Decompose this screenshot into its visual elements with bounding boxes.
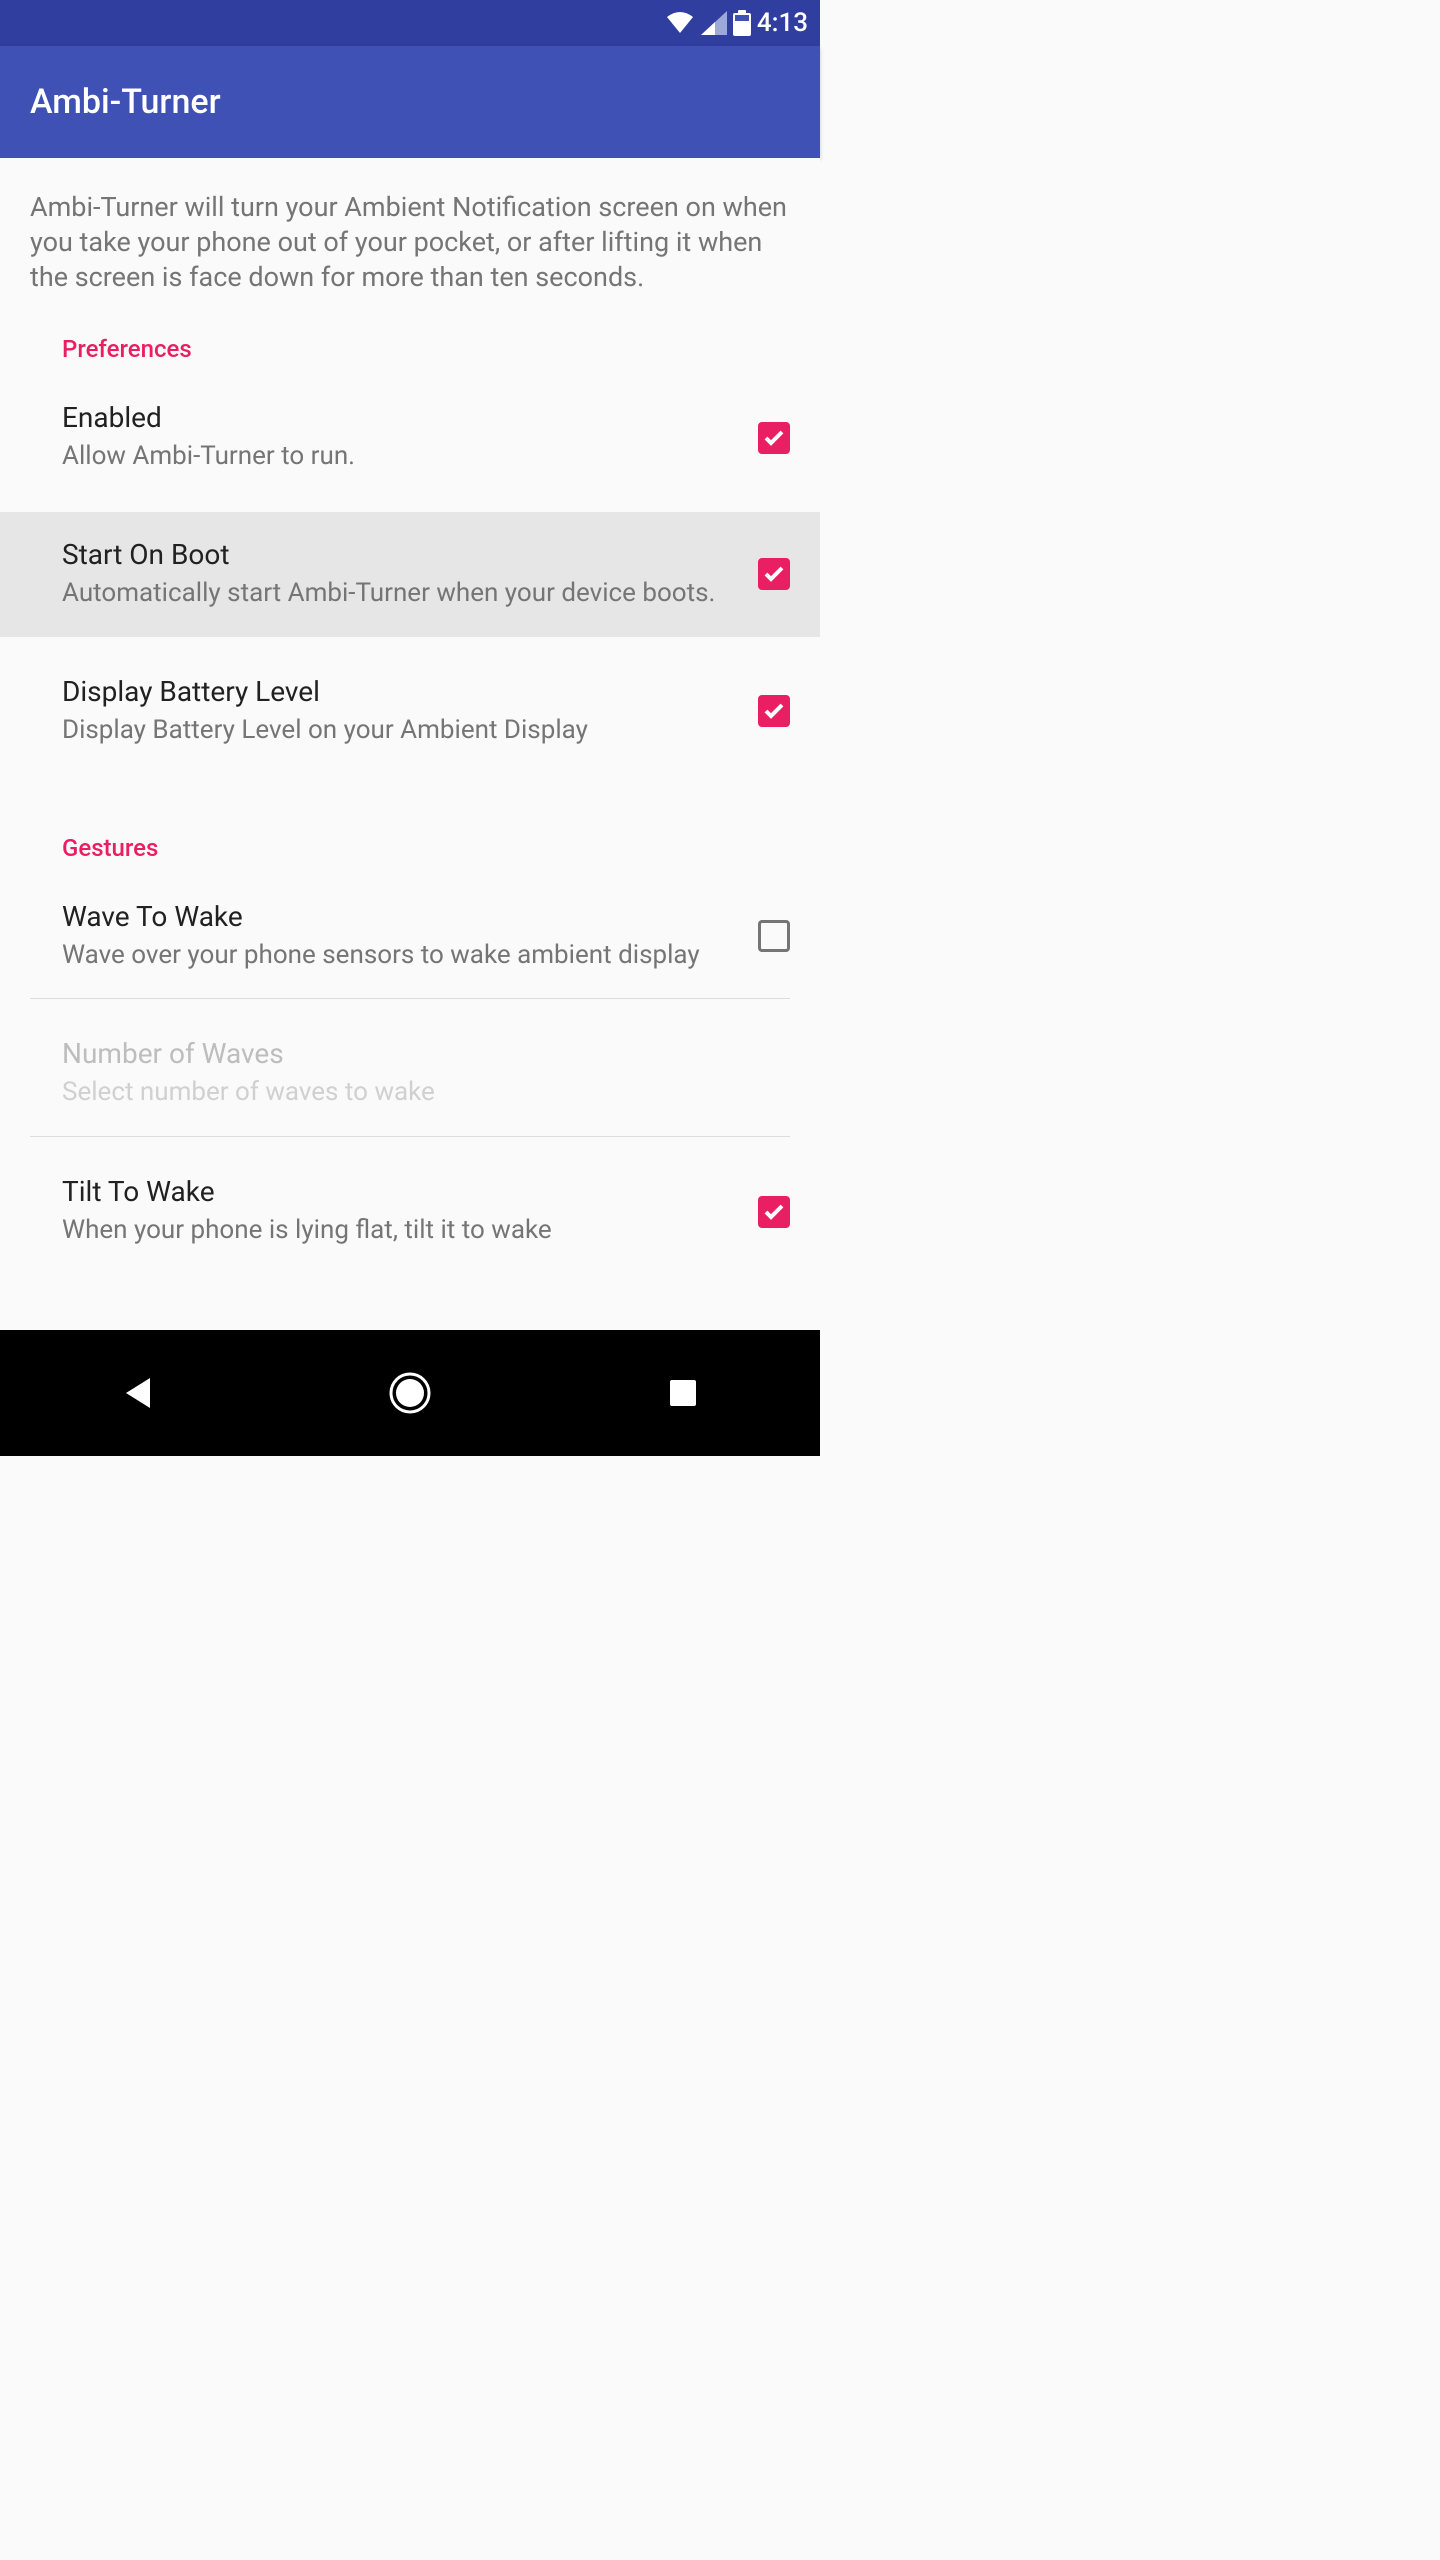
- pref-title: Enabled: [62, 401, 738, 434]
- pref-title: Tilt To Wake: [62, 1175, 738, 1208]
- pref-number-of-waves: Number of Waves Select number of waves t…: [0, 1011, 820, 1136]
- nav-bar: [0, 1330, 820, 1456]
- nav-back-button[interactable]: [32, 1353, 242, 1433]
- pref-enabled[interactable]: Enabled Allow Ambi-Turner to run.: [0, 375, 820, 500]
- pref-sub: Select number of waves to wake: [62, 1076, 770, 1110]
- nav-recent-button[interactable]: [578, 1353, 788, 1433]
- status-bar: 4:13: [0, 0, 820, 46]
- pref-title: Display Battery Level: [62, 675, 738, 708]
- pref-sub: When your phone is lying flat, tilt it t…: [62, 1214, 738, 1248]
- nav-home-button[interactable]: [305, 1353, 515, 1433]
- checkbox-start-on-boot[interactable]: [758, 558, 790, 590]
- pref-tilt-to-wake[interactable]: Tilt To Wake When your phone is lying fl…: [0, 1149, 820, 1248]
- pref-title: Start On Boot: [62, 538, 738, 571]
- pref-sub: Automatically start Ambi-Turner when you…: [62, 577, 738, 611]
- app-title: Ambi-Turner: [30, 82, 221, 122]
- cell-signal-icon: [701, 11, 727, 35]
- divider: [30, 998, 790, 999]
- pref-sub: Display Battery Level on your Ambient Di…: [62, 714, 738, 748]
- status-time: 4:13: [757, 8, 808, 38]
- checkbox-display-battery[interactable]: [758, 695, 790, 727]
- checkbox-tilt-to-wake[interactable]: [758, 1196, 790, 1228]
- wifi-icon: [665, 11, 695, 35]
- pref-sub: Allow Ambi-Turner to run.: [62, 440, 738, 474]
- checkbox-enabled[interactable]: [758, 422, 790, 454]
- divider: [30, 1136, 790, 1137]
- settings-content[interactable]: Ambi-Turner will turn your Ambient Notif…: [0, 158, 820, 1330]
- app-bar: Ambi-Turner: [0, 46, 820, 158]
- pref-sub: Wave over your phone sensors to wake amb…: [62, 939, 738, 973]
- pref-title: Number of Waves: [62, 1037, 770, 1070]
- checkbox-wave-to-wake[interactable]: [758, 920, 790, 952]
- pref-title: Wave To Wake: [62, 900, 738, 933]
- pref-display-battery[interactable]: Display Battery Level Display Battery Le…: [0, 649, 820, 774]
- pref-start-on-boot[interactable]: Start On Boot Automatically start Ambi-T…: [0, 512, 820, 637]
- pref-wave-to-wake[interactable]: Wave To Wake Wave over your phone sensor…: [0, 874, 820, 999]
- section-header-gestures: Gestures: [0, 834, 820, 862]
- battery-icon: [733, 10, 751, 36]
- section-header-preferences: Preferences: [0, 335, 820, 363]
- intro-text: Ambi-Turner will turn your Ambient Notif…: [0, 158, 820, 295]
